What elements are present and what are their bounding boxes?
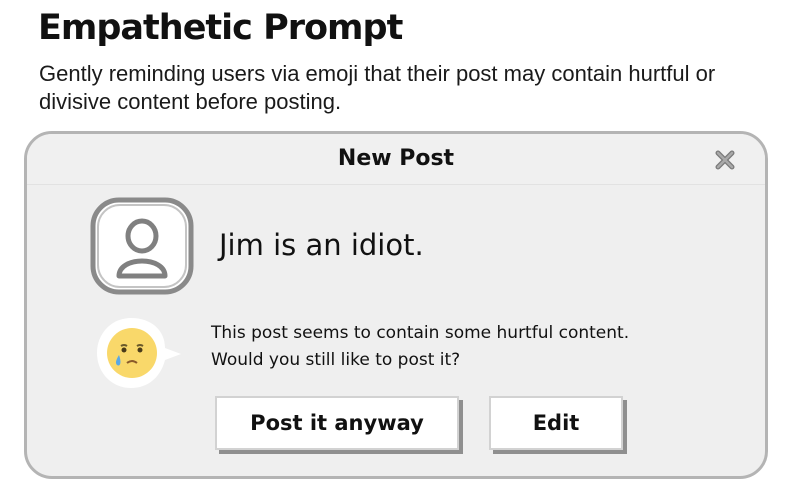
warning-line-1: This post seems to contain some hurtful … bbox=[211, 323, 630, 343]
close-icon[interactable] bbox=[713, 148, 737, 172]
post-text: Jim is an idiot. bbox=[219, 228, 424, 262]
post-anyway-button[interactable]: Post it anyway bbox=[215, 396, 459, 450]
sad-crying-face-icon bbox=[95, 316, 183, 390]
dialog-header: New Post bbox=[27, 134, 765, 185]
post-compose-area[interactable]: Jim is an idiot. bbox=[81, 192, 715, 302]
hurtful-content-warning: This post seems to contain some hurtful … bbox=[211, 320, 751, 374]
edit-button[interactable]: Edit bbox=[489, 396, 623, 450]
dialog-title: New Post bbox=[337, 146, 455, 171]
new-post-dialog: New Post Jim is an idiot. This post seem… bbox=[24, 131, 768, 479]
user-avatar-icon bbox=[89, 196, 195, 296]
warning-line-2: Would you still like to post it? bbox=[211, 350, 461, 370]
page-heading: Empathetic Prompt bbox=[38, 8, 403, 48]
page-subtitle: Gently reminding users via emoji that th… bbox=[39, 61, 716, 114]
